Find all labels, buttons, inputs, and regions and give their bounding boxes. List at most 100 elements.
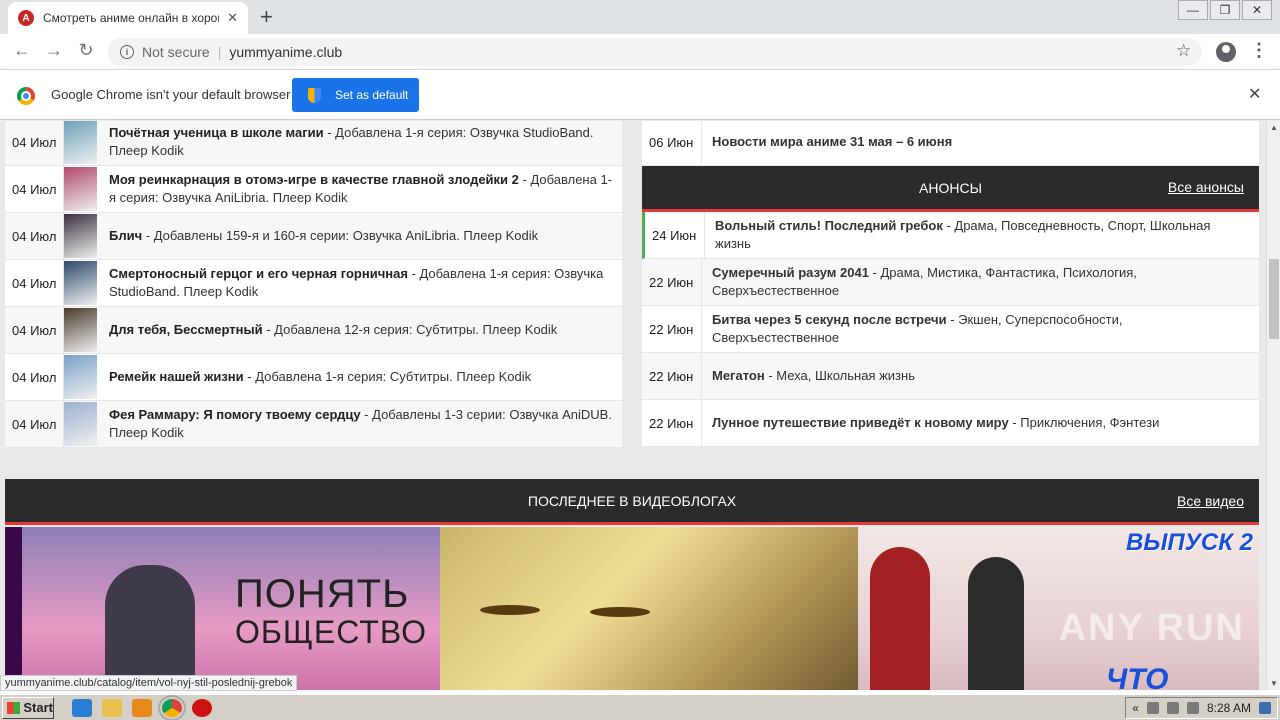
scroll-up-icon[interactable]: ▲ bbox=[1270, 123, 1278, 132]
update-date: 04 Июл bbox=[5, 307, 64, 353]
anime-title[interactable]: Фея Раммару: Я помогу твоему сердцу bbox=[109, 407, 361, 422]
close-tab-icon[interactable]: ✕ bbox=[227, 10, 238, 26]
update-date: 04 Июл bbox=[5, 260, 64, 306]
update-date: 04 Июл bbox=[5, 121, 64, 165]
scroll-down-icon[interactable]: ▼ bbox=[1270, 679, 1278, 688]
video-thumbnail[interactable] bbox=[440, 527, 858, 690]
announcement-title[interactable]: Мегатон bbox=[712, 368, 765, 383]
announcement-item[interactable]: 22 Июн Сумеречный разум 2041 - Драма, Мис… bbox=[642, 259, 1259, 306]
start-button[interactable]: Start bbox=[2, 696, 54, 719]
update-description: - Добавлена 1-я серия: Субтитры. Плеер K… bbox=[243, 369, 532, 384]
list-item[interactable]: 04 Июл Моя реинкарнация в отомэ-игре в ка… bbox=[5, 166, 622, 213]
windows-taskbar: Start « 8:28 AM bbox=[0, 694, 1280, 720]
anime-thumbnail[interactable] bbox=[64, 167, 97, 211]
list-item[interactable]: 04 Июл Фея Раммару: Я помогу твоему сердц… bbox=[5, 401, 622, 448]
page-scrollbar[interactable]: ▲ ▼ bbox=[1266, 121, 1280, 690]
anime-thumbnail[interactable] bbox=[64, 402, 97, 446]
anime-title[interactable]: Блич bbox=[109, 228, 142, 243]
anime-thumbnail[interactable] bbox=[64, 308, 97, 352]
videoblogs-header: ПОСЛЕДНЕЕ В ВИДЕОБЛОГАХ Все видео bbox=[5, 479, 1259, 525]
minimize-icon[interactable]: — bbox=[1178, 0, 1208, 20]
news-title[interactable]: Новости мира аниме 31 мая – 6 июня bbox=[712, 133, 952, 151]
chrome-taskbar-icon[interactable] bbox=[158, 694, 186, 720]
infobar-text: Google Chrome isn't your default browser bbox=[51, 87, 291, 102]
flag-tray-icon[interactable] bbox=[1186, 702, 1199, 714]
anime-thumbnail[interactable] bbox=[64, 121, 97, 164]
announcement-item[interactable]: 22 Июн Битва через 5 секунд после встречи… bbox=[642, 306, 1259, 353]
shield-icon bbox=[308, 87, 321, 103]
video-caption-line2: ОБЩЕСТВО bbox=[235, 614, 427, 650]
reload-icon[interactable]: ↻ bbox=[74, 40, 98, 61]
video-thumbnail[interactable]: ВЫПУСК 2 ЧТО ANY RUN bbox=[858, 527, 1259, 690]
chrome-menu-icon[interactable]: ⋮ bbox=[1250, 40, 1268, 61]
all-videos-link[interactable]: Все видео bbox=[1177, 493, 1244, 509]
announcement-title[interactable]: Вольный стиль! Последний гребок bbox=[715, 218, 943, 233]
anime-title[interactable]: Смертоносный герцог и его черная горничн… bbox=[109, 266, 408, 281]
list-item[interactable]: 04 Июл Для тебя, Бессмертный - Добавлена … bbox=[5, 307, 622, 354]
set-as-default-button[interactable]: Set as default bbox=[292, 78, 419, 112]
chrome-logo-icon bbox=[17, 87, 35, 105]
all-announcements-link[interactable]: Все анонсы bbox=[1168, 179, 1244, 195]
stop-app-icon[interactable] bbox=[192, 698, 212, 717]
site-favicon-icon: A bbox=[18, 10, 34, 26]
address-bar[interactable]: i Not secure | yummyanime.club bbox=[108, 38, 1202, 66]
system-tray: « 8:28 AM bbox=[1125, 697, 1278, 719]
anime-thumbnail[interactable] bbox=[64, 355, 97, 399]
announcement-title[interactable]: Битва через 5 секунд после встречи bbox=[712, 312, 947, 327]
anime-thumbnail[interactable] bbox=[64, 214, 97, 258]
announcement-title[interactable]: Сумеречный разум 2041 bbox=[712, 265, 869, 280]
infobar-close-icon[interactable]: ✕ bbox=[1248, 84, 1261, 104]
list-item[interactable]: 04 Июл Блич - Добавлены 159-я и 160-я сер… bbox=[5, 213, 622, 260]
anime-title[interactable]: Моя реинкарнация в отомэ-игре в качестве… bbox=[109, 172, 519, 187]
videoblog-thumbnails: ПОНЯТЬ ОБЩЕСТВО ВЫПУСК 2 ЧТО ANY RUN bbox=[5, 527, 1259, 690]
anime-title[interactable]: Для тебя, Бессмертный bbox=[109, 322, 263, 337]
ie-icon[interactable] bbox=[72, 698, 92, 717]
announcement-item[interactable]: 22 Июн Лунное путешествие приведёт к ново… bbox=[642, 400, 1259, 447]
right-column: 06 Июн Новости мира аниме 31 мая – 6 июн… bbox=[642, 121, 1259, 447]
anime-thumbnail[interactable] bbox=[64, 261, 97, 305]
scrollbar-thumb[interactable] bbox=[1269, 259, 1279, 339]
news-item[interactable]: 06 Июн Новости мира аниме 31 мая – 6 июн… bbox=[642, 121, 1259, 166]
character-eye bbox=[480, 605, 540, 615]
announcement-genres: - Меха, Школьная жизнь bbox=[764, 368, 915, 383]
browser-tab[interactable]: A Смотреть аниме онлайн в хороше ✕ bbox=[8, 2, 248, 34]
update-date: 04 Июл bbox=[5, 166, 64, 212]
anime-title[interactable]: Почётная ученица в школе магии bbox=[109, 125, 324, 140]
explorer-icon[interactable] bbox=[102, 698, 122, 717]
info-icon[interactable]: i bbox=[120, 45, 134, 59]
new-tab-icon[interactable]: + bbox=[260, 4, 273, 30]
update-date: 04 Июл bbox=[5, 354, 64, 400]
account-icon[interactable] bbox=[1216, 42, 1236, 62]
network-icon[interactable] bbox=[1166, 702, 1179, 714]
show-desktop-icon[interactable] bbox=[1259, 702, 1271, 714]
bookmark-star-icon[interactable]: ☆ bbox=[1176, 41, 1191, 61]
close-window-icon[interactable]: ✕ bbox=[1242, 0, 1272, 20]
update-date: 04 Июл bbox=[5, 213, 64, 259]
url-text[interactable]: yummyanime.club bbox=[229, 44, 342, 60]
update-description: - Добавлены 159-я и 160-я серии: Озвучка… bbox=[142, 228, 539, 243]
announcement-date: 22 Июн bbox=[642, 400, 702, 446]
volume-icon[interactable] bbox=[1146, 702, 1159, 714]
list-item[interactable]: 04 Июл Почётная ученица в школе магии - Д… bbox=[5, 121, 622, 166]
update-date: 04 Июл bbox=[5, 401, 64, 447]
tray-arrow-icon[interactable]: « bbox=[1132, 701, 1139, 715]
episode-caption: ВЫПУСК 2 bbox=[1126, 529, 1253, 556]
not-secure-label: Not secure bbox=[142, 44, 210, 60]
restore-icon[interactable]: ❐ bbox=[1210, 0, 1240, 20]
announcement-title[interactable]: Лунное путешествие приведёт к новому мир… bbox=[712, 415, 1009, 430]
announcement-date: 22 Июн bbox=[642, 306, 702, 352]
video-thumbnail[interactable]: ПОНЯТЬ ОБЩЕСТВО bbox=[5, 527, 440, 690]
list-item[interactable]: 04 Июл Ремейк нашей жизни - Добавлена 1-я… bbox=[5, 354, 622, 401]
tab-title: Смотреть аниме онлайн в хороше bbox=[43, 11, 220, 25]
video-caption-bottom: ЧТО bbox=[1106, 663, 1169, 690]
character-figure bbox=[968, 557, 1024, 690]
anime-title[interactable]: Ремейк нашей жизни bbox=[109, 369, 244, 384]
announcement-item[interactable]: 22 Июн Мегатон - Меха, Школьная жизнь bbox=[642, 353, 1259, 400]
character-eye bbox=[590, 607, 650, 617]
list-item[interactable]: 04 Июл Смертоносный герцог и его черная г… bbox=[5, 260, 622, 307]
announcement-date: 22 Июн bbox=[642, 353, 702, 399]
forward-icon[interactable]: → bbox=[42, 40, 66, 61]
media-player-icon[interactable] bbox=[132, 698, 152, 717]
back-icon[interactable]: ← bbox=[10, 40, 34, 61]
announcement-item[interactable]: 24 Июн Вольный стиль! Последний гребок - … bbox=[642, 212, 1259, 259]
